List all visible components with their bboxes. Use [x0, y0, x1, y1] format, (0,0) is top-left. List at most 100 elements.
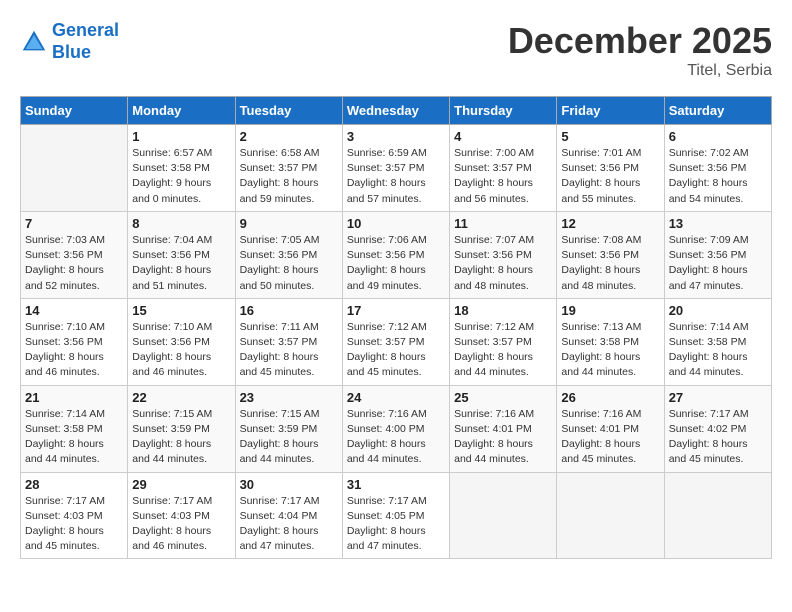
day-number: 15 — [132, 303, 230, 318]
day-cell: 10Sunrise: 7:06 AM Sunset: 3:56 PM Dayli… — [342, 211, 449, 298]
day-number: 25 — [454, 390, 552, 405]
col-header-monday: Monday — [128, 97, 235, 125]
week-row-3: 14 Sunrise: 7:10 AM Sunset: 3:56 PM Dayli… — [21, 298, 772, 385]
day-number: 29 — [132, 477, 230, 492]
day-number: 3 — [347, 129, 445, 144]
logo-text: General Blue — [52, 20, 119, 63]
day-cell: 7 Sunrise: 7:03 AM Sunset: 3:56 PM Daylig… — [21, 211, 128, 298]
day-cell: 15 Sunrise: 7:10 AM Sunset: 3:56 PM Dayli… — [128, 298, 235, 385]
day-number: 19 — [561, 303, 659, 318]
day-cell: 3 Sunrise: 6:59 AM Sunset: 3:57 PM Daylig… — [342, 125, 449, 212]
day-cell: 16 Sunrise: 7:11 AM Sunset: 3:57 PM Dayli… — [235, 298, 342, 385]
day-info: Sunrise: 7:09 AM Sunset: 3:56 PM Dayligh… — [669, 233, 767, 294]
day-number: 20 — [669, 303, 767, 318]
day-info: Sunrise: 7:17 AM Sunset: 4:02 PM Dayligh… — [669, 407, 767, 468]
week-row-5: 28Sunrise: 7:17 AM Sunset: 4:03 PM Dayli… — [21, 472, 772, 559]
day-cell — [21, 125, 128, 212]
day-info: Sunrise: 6:59 AM Sunset: 3:57 PM Dayligh… — [347, 146, 445, 207]
day-info: Sunrise: 7:17 AM Sunset: 4:05 PM Dayligh… — [347, 494, 445, 555]
day-number: 16 — [240, 303, 338, 318]
day-number: 5 — [561, 129, 659, 144]
day-cell: 1 Sunrise: 6:57 AM Sunset: 3:58 PM Daylig… — [128, 125, 235, 212]
day-info: Sunrise: 7:17 AM Sunset: 4:04 PM Dayligh… — [240, 494, 338, 555]
day-cell: 9 Sunrise: 7:05 AM Sunset: 3:56 PM Daylig… — [235, 211, 342, 298]
day-number: 14 — [25, 303, 123, 318]
day-cell: 8 Sunrise: 7:04 AM Sunset: 3:56 PM Daylig… — [128, 211, 235, 298]
day-cell: 25 Sunrise: 7:16 AM Sunset: 4:01 PM Dayli… — [450, 385, 557, 472]
day-info: Sunrise: 7:15 AM Sunset: 3:59 PM Dayligh… — [132, 407, 230, 468]
day-number: 18 — [454, 303, 552, 318]
day-info: Sunrise: 7:15 AM Sunset: 3:59 PM Dayligh… — [240, 407, 338, 468]
day-number: 31 — [347, 477, 445, 492]
day-cell: 22 Sunrise: 7:15 AM Sunset: 3:59 PM Dayli… — [128, 385, 235, 472]
day-cell: 29 Sunrise: 7:17 AM Sunset: 4:03 PM Dayli… — [128, 472, 235, 559]
day-number: 7 — [25, 216, 123, 231]
week-row-1: 1 Sunrise: 6:57 AM Sunset: 3:58 PM Daylig… — [21, 125, 772, 212]
col-header-sunday: Sunday — [21, 97, 128, 125]
day-info: Sunrise: 7:14 AM Sunset: 3:58 PM Dayligh… — [25, 407, 123, 468]
page-subtitle: Titel, Serbia — [508, 62, 772, 80]
day-info: Sunrise: 7:11 AM Sunset: 3:57 PM Dayligh… — [240, 320, 338, 381]
day-number: 26 — [561, 390, 659, 405]
day-number: 27 — [669, 390, 767, 405]
day-info: Sunrise: 7:14 AM Sunset: 3:58 PM Dayligh… — [669, 320, 767, 381]
logo: General Blue — [20, 20, 119, 63]
title-block: December 2025 Titel, Serbia — [508, 20, 772, 80]
day-cell: 4 Sunrise: 7:00 AM Sunset: 3:57 PM Daylig… — [450, 125, 557, 212]
week-row-4: 21 Sunrise: 7:14 AM Sunset: 3:58 PM Dayli… — [21, 385, 772, 472]
day-info: Sunrise: 7:02 AM Sunset: 3:56 PM Dayligh… — [669, 146, 767, 207]
day-cell: 13 Sunrise: 7:09 AM Sunset: 3:56 PM Dayli… — [664, 211, 771, 298]
day-info: Sunrise: 7:08 AM Sunset: 3:56 PM Dayligh… — [561, 233, 659, 294]
day-info: Sunrise: 7:17 AM Sunset: 4:03 PM Dayligh… — [132, 494, 230, 555]
day-number: 17 — [347, 303, 445, 318]
day-cell — [450, 472, 557, 559]
day-number: 21 — [25, 390, 123, 405]
day-cell: 5 Sunrise: 7:01 AM Sunset: 3:56 PM Daylig… — [557, 125, 664, 212]
day-number: 30 — [240, 477, 338, 492]
day-info: Sunrise: 7:03 AM Sunset: 3:56 PM Dayligh… — [25, 233, 123, 294]
day-cell: 20 Sunrise: 7:14 AM Sunset: 3:58 PM Dayli… — [664, 298, 771, 385]
col-header-wednesday: Wednesday — [342, 97, 449, 125]
page-title: December 2025 — [508, 20, 772, 62]
day-number: 9 — [240, 216, 338, 231]
day-info: Sunrise: 7:06 AM Sunset: 3:56 PM Dayligh… — [347, 233, 445, 294]
day-number: 22 — [132, 390, 230, 405]
day-number: 13 — [669, 216, 767, 231]
day-number: 4 — [454, 129, 552, 144]
page-header: General Blue December 2025 Titel, Serbia — [20, 20, 772, 80]
day-cell: 24 Sunrise: 7:16 AM Sunset: 4:00 PM Dayli… — [342, 385, 449, 472]
day-cell: 21 Sunrise: 7:14 AM Sunset: 3:58 PM Dayli… — [21, 385, 128, 472]
day-cell: 28Sunrise: 7:17 AM Sunset: 4:03 PM Dayli… — [21, 472, 128, 559]
calendar-table: SundayMondayTuesdayWednesdayThursdayFrid… — [20, 96, 772, 559]
day-cell: 27 Sunrise: 7:17 AM Sunset: 4:02 PM Dayli… — [664, 385, 771, 472]
day-number: 24 — [347, 390, 445, 405]
logo-icon — [20, 28, 48, 56]
day-info: Sunrise: 7:05 AM Sunset: 3:56 PM Dayligh… — [240, 233, 338, 294]
col-header-saturday: Saturday — [664, 97, 771, 125]
day-cell: 14 Sunrise: 7:10 AM Sunset: 3:56 PM Dayli… — [21, 298, 128, 385]
day-cell: 19 Sunrise: 7:13 AM Sunset: 3:58 PM Dayli… — [557, 298, 664, 385]
day-info: Sunrise: 7:10 AM Sunset: 3:56 PM Dayligh… — [132, 320, 230, 381]
day-info: Sunrise: 6:57 AM Sunset: 3:58 PM Dayligh… — [132, 146, 230, 207]
calendar-header-row: SundayMondayTuesdayWednesdayThursdayFrid… — [21, 97, 772, 125]
day-info: Sunrise: 7:17 AM Sunset: 4:03 PM Dayligh… — [25, 494, 123, 555]
day-cell: 30 Sunrise: 7:17 AM Sunset: 4:04 PM Dayli… — [235, 472, 342, 559]
day-number: 1 — [132, 129, 230, 144]
day-cell: 17Sunrise: 7:12 AM Sunset: 3:57 PM Dayli… — [342, 298, 449, 385]
day-cell: 23Sunrise: 7:15 AM Sunset: 3:59 PM Dayli… — [235, 385, 342, 472]
col-header-thursday: Thursday — [450, 97, 557, 125]
day-number: 12 — [561, 216, 659, 231]
day-info: Sunrise: 7:16 AM Sunset: 4:00 PM Dayligh… — [347, 407, 445, 468]
day-cell: 2Sunrise: 6:58 AM Sunset: 3:57 PM Daylig… — [235, 125, 342, 212]
day-info: Sunrise: 7:01 AM Sunset: 3:56 PM Dayligh… — [561, 146, 659, 207]
day-info: Sunrise: 7:16 AM Sunset: 4:01 PM Dayligh… — [454, 407, 552, 468]
day-info: Sunrise: 7:16 AM Sunset: 4:01 PM Dayligh… — [561, 407, 659, 468]
day-cell: 12 Sunrise: 7:08 AM Sunset: 3:56 PM Dayli… — [557, 211, 664, 298]
day-info: Sunrise: 7:10 AM Sunset: 3:56 PM Dayligh… — [25, 320, 123, 381]
day-info: Sunrise: 7:13 AM Sunset: 3:58 PM Dayligh… — [561, 320, 659, 381]
day-info: Sunrise: 7:00 AM Sunset: 3:57 PM Dayligh… — [454, 146, 552, 207]
day-info: Sunrise: 7:04 AM Sunset: 3:56 PM Dayligh… — [132, 233, 230, 294]
col-header-tuesday: Tuesday — [235, 97, 342, 125]
week-row-2: 7 Sunrise: 7:03 AM Sunset: 3:56 PM Daylig… — [21, 211, 772, 298]
day-number: 8 — [132, 216, 230, 231]
